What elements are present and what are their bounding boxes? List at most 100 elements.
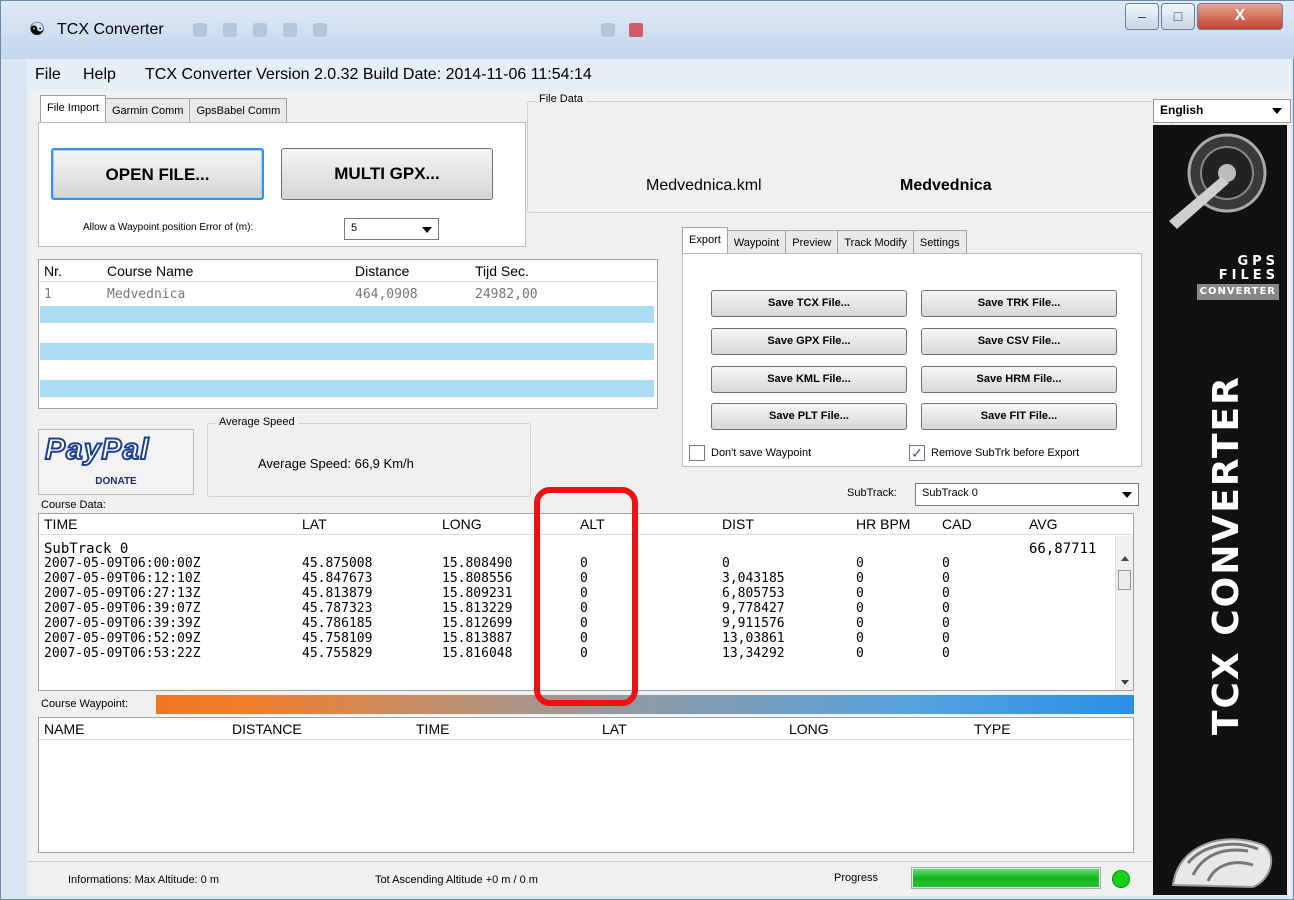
tab-preview[interactable]: Preview	[785, 230, 839, 254]
hr-cell: 0	[856, 556, 864, 571]
average-speed-title: Average Speed	[216, 416, 298, 428]
status-led-icon	[1112, 870, 1130, 888]
dist-cell: 9,911576	[722, 616, 785, 631]
col-lat: LAT	[302, 516, 327, 532]
menu-bar: File Help TCX Converter Version 2.0.32 B…	[27, 59, 1291, 91]
courses-table[interactable]: Nr. Course Name Distance Tijd Sec. 1 Med…	[38, 259, 658, 409]
save-gpx-button[interactable]: Save GPX File...	[711, 328, 907, 355]
lat-cell: 45.875008	[302, 556, 373, 571]
col-cad: CAD	[942, 516, 972, 532]
dont-save-waypoint-label: Don't save Waypoint	[711, 447, 812, 459]
course-nr: 1	[44, 287, 52, 302]
files-text: FILES	[1218, 268, 1279, 283]
course-name-cell: Medvednica	[107, 287, 186, 302]
dist-cell: 13,34292	[722, 646, 785, 661]
col-long: LONG	[442, 516, 482, 532]
dist-cell: 6,805753	[722, 586, 785, 601]
converter-text: CONVERTER	[1196, 284, 1279, 300]
table-row	[40, 306, 654, 323]
toolbar-ghost-icon	[313, 23, 327, 37]
course-time: 24982,00	[475, 287, 538, 302]
toolbar-ghost-icon	[629, 23, 643, 37]
long-cell: 15.816048	[442, 646, 513, 661]
tab-track-modify[interactable]: Track Modify	[837, 230, 914, 254]
dont-save-waypoint-checkbox[interactable]	[689, 445, 705, 461]
long-cell: 15.813229	[442, 601, 513, 616]
tab-garmin-comm[interactable]: Garmin Comm	[104, 98, 191, 122]
dist-cell: 0	[722, 556, 730, 571]
progress-fill	[913, 869, 1099, 887]
remove-subtrk-checkbox[interactable]: ✓	[909, 445, 925, 461]
menu-help[interactable]: Help	[83, 66, 116, 84]
tab-waypoint[interactable]: Waypoint	[726, 230, 787, 254]
course-name: Medvednica	[900, 177, 992, 194]
course-data-title: Course Data:	[41, 499, 106, 511]
title-bar[interactable]: ☯ TCX Converter – □ X	[1, 1, 1294, 59]
paypal-logo: PayPal	[44, 432, 150, 467]
tab-file-import[interactable]: File Import	[40, 95, 106, 122]
window-title: TCX Converter	[57, 21, 164, 38]
open-file-button[interactable]: OPEN FILE...	[51, 148, 264, 200]
save-tcx-button[interactable]: Save TCX File...	[711, 290, 907, 317]
long-cell: 15.813887	[442, 631, 513, 646]
export-tabs: Export Waypoint Preview Track Modify Set…	[682, 227, 967, 254]
scroll-up-icon[interactable]	[1121, 556, 1129, 561]
language-select[interactable]: English	[1153, 99, 1291, 123]
tab-gpsbabel-comm[interactable]: GpsBabel Comm	[189, 98, 288, 122]
progress-label: Progress	[834, 872, 879, 884]
alt-highlight-box	[534, 487, 638, 706]
col-time: TIME	[44, 516, 78, 532]
hr-cell: 0	[856, 571, 864, 586]
scroll-down-icon[interactable]	[1121, 680, 1129, 685]
paypal-donate-button[interactable]: PayPal DONATE	[38, 429, 194, 495]
toolbar-ghost-icon	[223, 23, 237, 37]
tab-export[interactable]: Export	[682, 227, 728, 254]
lat-cell: 45.755829	[302, 646, 373, 661]
courses-col-distance: Distance	[355, 263, 410, 279]
time-cell: 2007-05-09T06:39:07Z	[44, 601, 201, 616]
file-data-group: File Data Medvednica.kml Medvednica	[527, 93, 1173, 213]
long-cell: 15.812699	[442, 616, 513, 631]
col-hr-bpm: HR BPM	[856, 516, 911, 532]
course-distance: 464,0908	[355, 287, 418, 302]
lat-cell: 45.786185	[302, 616, 373, 631]
language-value: English	[1160, 103, 1204, 117]
course-waypoint-table[interactable]: NAME DISTANCE TIME LAT LONG TYPE	[38, 717, 1134, 853]
course-data-scrollbar[interactable]	[1115, 536, 1133, 690]
waypoint-error-label: Allow a Waypoint position Error of (m):	[83, 222, 254, 233]
hr-cell: 0	[856, 616, 864, 631]
chevron-down-icon	[422, 227, 432, 233]
cad-cell: 0	[942, 631, 950, 646]
max-altitude-text: Informations: Max Altitude: 0 m	[68, 874, 220, 886]
status-bar: Informations: Max Altitude: 0 m Tot Asce…	[27, 861, 1153, 895]
scroll-thumb[interactable]	[1118, 570, 1131, 590]
close-button[interactable]: X	[1197, 3, 1283, 30]
save-plt-button[interactable]: Save PLT File...	[711, 403, 907, 430]
toolbar-ghost-icon	[193, 23, 207, 37]
tab-settings[interactable]: Settings	[912, 230, 967, 254]
maximize-button[interactable]: □	[1161, 3, 1195, 30]
save-csv-button[interactable]: Save CSV File...	[921, 328, 1117, 355]
subtrack-cell: SubTrack 0	[44, 541, 129, 557]
gps-text: GPS	[1237, 254, 1279, 269]
vertical-title-wrap: TCX CONVERTER	[1206, 375, 1247, 735]
long-cell: 15.809231	[442, 586, 513, 601]
lat-cell: 45.787323	[302, 601, 373, 616]
waypoint-error-value: 5	[351, 222, 358, 234]
helmet-icon	[1171, 838, 1273, 889]
save-trk-button[interactable]: Save TRK File...	[921, 290, 1117, 317]
tot-ascending-text: Tot Ascending Altitude +0 m / 0 m	[375, 874, 538, 886]
courses-col-name: Course Name	[107, 263, 194, 279]
minimize-button[interactable]: –	[1125, 3, 1159, 30]
time-cell: 2007-05-09T06:12:10Z	[44, 571, 201, 586]
save-kml-button[interactable]: Save KML File...	[711, 366, 907, 393]
save-hrm-button[interactable]: Save HRM File...	[921, 366, 1117, 393]
multi-gpx-button[interactable]: MULTI GPX...	[281, 148, 493, 200]
col-wp-time: TIME	[416, 721, 450, 737]
app-window: ☯ TCX Converter – □ X File Help TCX Conv…	[0, 0, 1294, 900]
waypoint-error-select[interactable]: 5	[344, 218, 439, 240]
subtrack-select[interactable]: SubTrack 0	[915, 483, 1139, 506]
menu-file[interactable]: File	[35, 66, 61, 84]
save-fit-button[interactable]: Save FIT File...	[921, 403, 1117, 430]
average-speed-value: Average Speed: 66,9 Km/h	[258, 456, 414, 471]
